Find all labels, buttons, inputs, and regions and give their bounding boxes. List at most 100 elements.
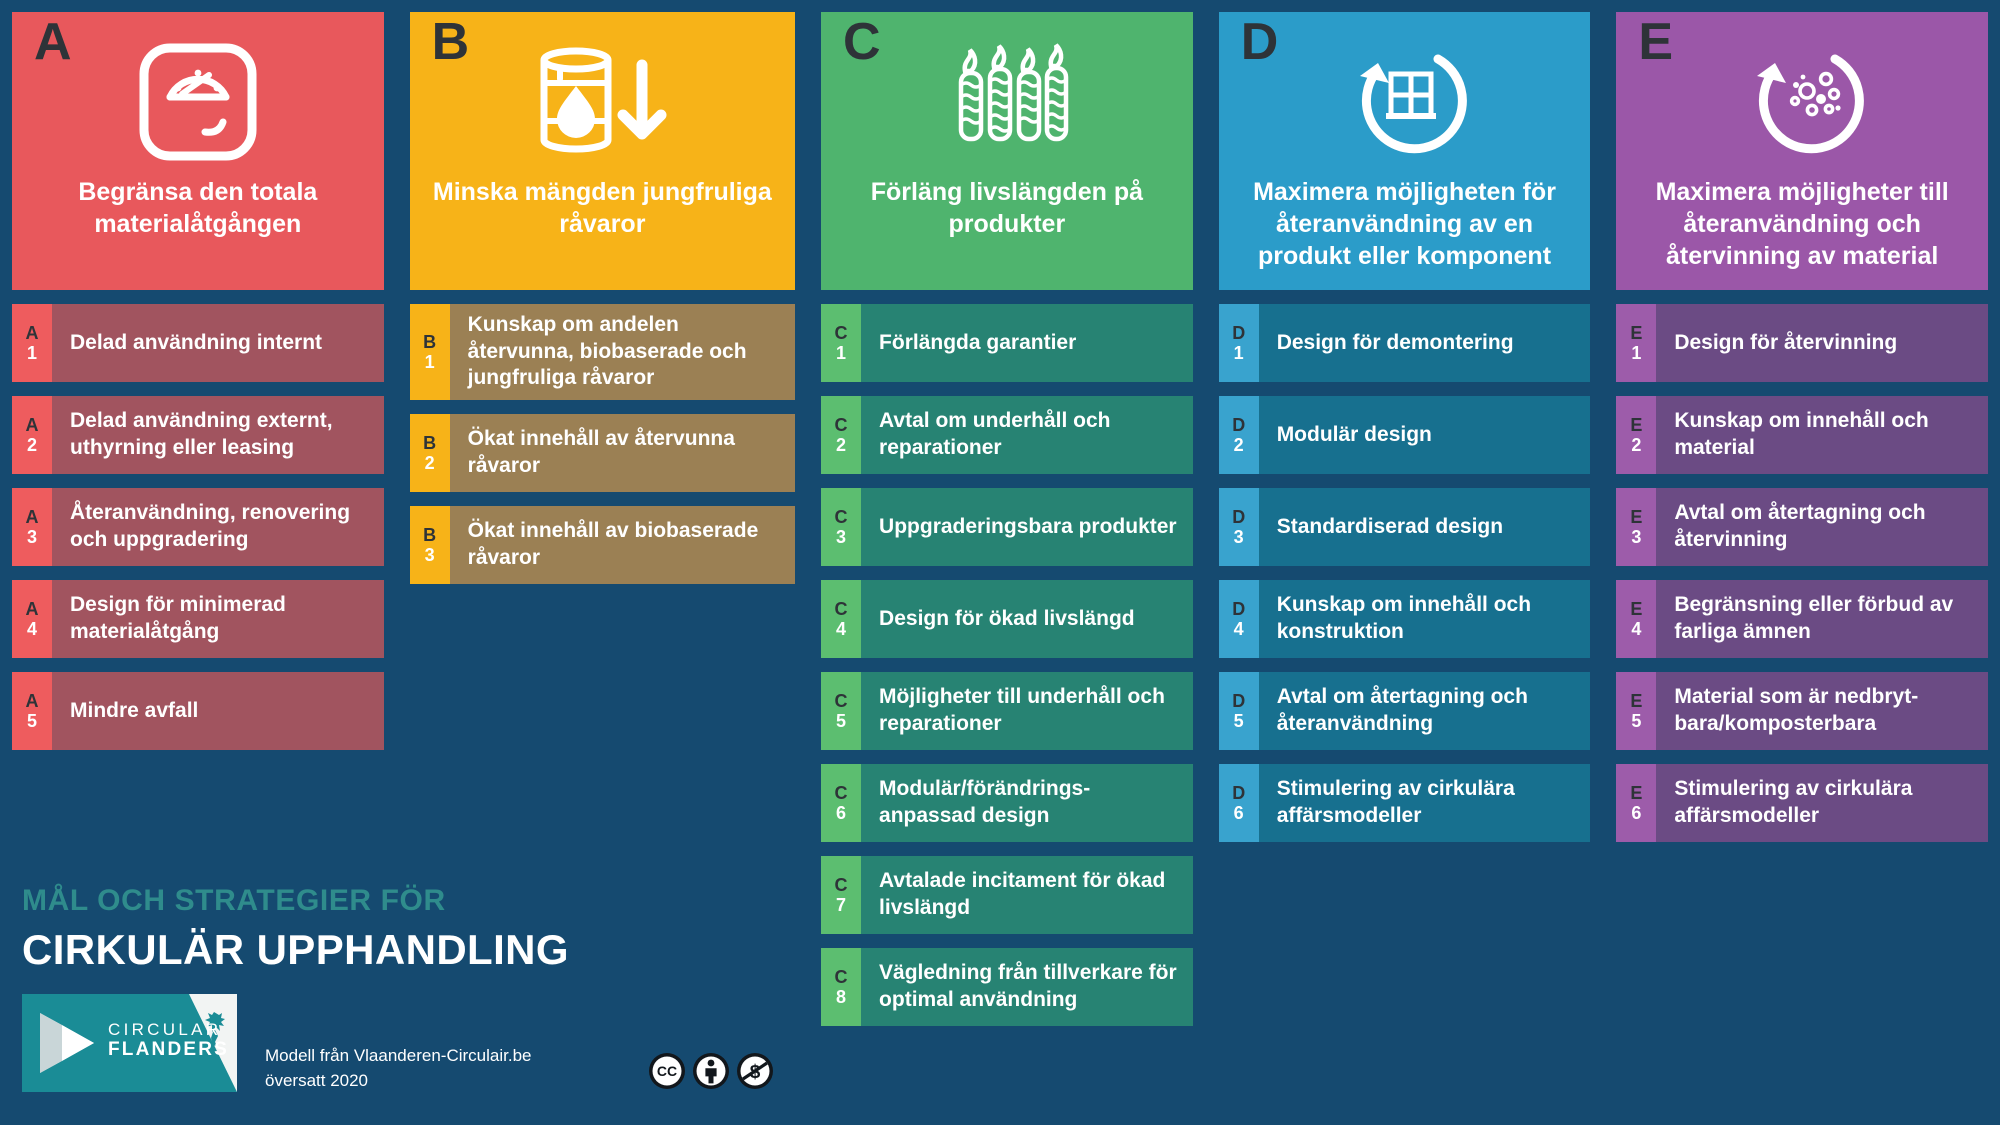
column-title: Begränsa den totala materialåtgången	[78, 178, 318, 238]
strategy-item[interactable]: A 3 Återanvändning, renovering och uppgrad…	[12, 488, 384, 566]
item-code-tag: B2	[409, 413, 450, 492]
item-label: Standardiserad design	[1258, 488, 1591, 566]
item-code-tag: A4	[12, 580, 52, 658]
column-header-e: E Maximera möjligheter till återanvändni…	[1616, 12, 1988, 290]
strategy-item[interactable]: B 2 Ökat innehåll av återvunna råvaror	[409, 413, 796, 492]
strategy-item[interactable]: D 3 Standardiserad design	[1218, 488, 1591, 566]
strategy-item[interactable]: D 6 Stimulering av cirkulära affärsmodelle…	[1218, 764, 1591, 842]
column-title: Maximera möjligheter till återanvändning…	[1655, 178, 1949, 270]
item-code-letter: D	[1232, 506, 1246, 527]
column-header-d: D Maximera möjligheten för återanvändnin…	[1218, 12, 1591, 290]
item-code-letter: C	[834, 782, 848, 803]
item-code-letter: E	[1630, 782, 1643, 803]
branding-block: MÅL OCH STRATEGIER FÖR CIRKULÄR UPPHANDL…	[22, 884, 622, 1094]
item-code-number: 4	[1233, 619, 1244, 639]
creative-commons-icon: CC	[649, 1053, 685, 1089]
strategy-item[interactable]: C 2 Avtal om underhåll och reparationer	[821, 396, 1193, 474]
item-code-letter: A	[25, 690, 39, 711]
item-label: Material som är nedbryt-bara/komposterba…	[1656, 672, 1988, 750]
strategy-item[interactable]: D 5 Avtal om återtagning och återanvändnin…	[1218, 672, 1591, 750]
strategy-item[interactable]: E 4 Begränsning eller förbud av farliga äm…	[1616, 580, 1988, 658]
strategy-item[interactable]: E 6 Stimulering av cirkulära affärsmodelle…	[1616, 764, 1988, 842]
strategy-item[interactable]: E 1 Design för återvinning	[1616, 304, 1988, 382]
item-code-letter: D	[1232, 598, 1246, 619]
item-code-number: 5	[836, 711, 847, 731]
strategy-item[interactable]: D 1 Design för demontering	[1218, 304, 1591, 382]
column-title: Minska mängden jungfruliga råvaror	[432, 178, 772, 238]
branding-logo-row: CIRCULAR FLANDERS Modell från Vlaanderen…	[22, 994, 622, 1093]
item-code-tag: C6	[821, 764, 862, 842]
strategy-item[interactable]: E 5 Material som är nedbryt-bara/komposter…	[1616, 672, 1988, 750]
item-code-letter: E	[1630, 414, 1643, 435]
item-code-number: 1	[26, 343, 37, 363]
item-code-letter: B	[423, 331, 437, 352]
item-code-tag: E6	[1616, 764, 1657, 842]
item-code-letter: A	[25, 414, 39, 435]
strategy-item[interactable]: C 3 Uppgraderingsbara produkter	[821, 488, 1193, 566]
item-code-number: 2	[836, 435, 847, 455]
strategy-item[interactable]: A 5 Mindre avfall	[12, 672, 384, 750]
item-code-number: 3	[1631, 527, 1642, 547]
logo-wordmark: CIRCULAR FLANDERS	[108, 1020, 229, 1060]
item-code-number: 6	[836, 803, 847, 823]
column-title: Maximera möjligheten för återanvändning …	[1253, 178, 1556, 270]
strategy-item[interactable]: D 4 Kunskap om innehåll och konstruktion	[1218, 580, 1591, 658]
item-code-number: 5	[26, 711, 37, 731]
item-code-tag: D3	[1218, 488, 1259, 566]
item-code-tag: D2	[1218, 396, 1259, 474]
strategy-item[interactable]: C 8 Vägledning från tillverkare för optima…	[821, 948, 1193, 1026]
item-code-letter: A	[25, 322, 39, 343]
strategy-item[interactable]: E 3 Avtal om återtagning och återvinning	[1616, 488, 1988, 566]
noncommercial-icon: $	[737, 1053, 773, 1089]
item-code-tag: D4	[1218, 580, 1259, 658]
strategy-item[interactable]: D 2 Modulär design	[1218, 396, 1591, 474]
strategy-item[interactable]: E 2 Kunskap om innehåll och material	[1616, 396, 1988, 474]
item-code-number: 3	[836, 527, 847, 547]
strategy-item[interactable]: C 6 Modulär/förändrings-anpassad design	[821, 764, 1193, 842]
strategy-item[interactable]: A 4 Design för minimerad materialåtgång	[12, 580, 384, 658]
item-code-letter: D	[1232, 322, 1246, 343]
item-label: Design för ökad livslängd	[861, 580, 1193, 658]
item-label: Avtalade incitament för ökad livslängd	[861, 856, 1193, 934]
circular-flanders-logo: CIRCULAR FLANDERS	[22, 994, 237, 1093]
item-code-letter: A	[25, 506, 39, 527]
item-code-number: 5	[1233, 711, 1244, 731]
item-code-number: 3	[1233, 527, 1244, 547]
strategy-item[interactable]: B 3 Ökat innehåll av biobaserade råvaror	[409, 505, 796, 584]
strategy-item[interactable]: A 2 Delad användning externt, uthyrning el…	[12, 396, 384, 474]
item-label: Delad användning internt	[52, 304, 384, 382]
item-code-letter: A	[25, 598, 39, 619]
strategy-item[interactable]: A 1 Delad användning internt	[12, 304, 384, 382]
item-code-number: 1	[1631, 343, 1642, 363]
item-code-letter: E	[1630, 506, 1643, 527]
item-label: Modulär/förändrings-anpassad design	[861, 764, 1193, 842]
item-label: Design för återvinning	[1656, 304, 1988, 382]
item-code-number: 4	[26, 619, 37, 639]
item-label: Kunskap om innehåll och material	[1656, 396, 1988, 474]
column-e: E Maximera möjligheter till återanvändni…	[1616, 12, 1988, 1125]
item-code-number: 1	[1233, 343, 1244, 363]
strategy-item[interactable]: C 7 Avtalade incitament för ökad livslängd	[821, 856, 1193, 934]
strategy-item[interactable]: B 1 Kunskap om andelen återvunna, biobaser…	[409, 304, 796, 400]
play-arrow-icon	[40, 1013, 94, 1074]
item-code-number: 1	[836, 343, 847, 363]
item-label: Avtal om återtagning och återanvändning	[1258, 672, 1591, 750]
item-code-number: 6	[1631, 803, 1642, 823]
strategy-item[interactable]: C 5 Möjligheter till underhåll och reparat…	[821, 672, 1193, 750]
item-code-number: 7	[836, 895, 847, 915]
item-label: Stimulering av cirkulära affärsmodeller	[1656, 764, 1988, 842]
strategy-item[interactable]: C 4 Design för ökad livslängd	[821, 580, 1193, 658]
credit-text: Modell från Vlaanderen-Circulair.be över…	[265, 994, 531, 1093]
item-label: Delad användning externt, uthyrning elle…	[52, 396, 384, 474]
column-header-c: C Förläng livslängden på produkter	[821, 12, 1193, 290]
branding-kicker: MÅL OCH STRATEGIER FÖR	[22, 884, 446, 917]
item-code-number: 5	[1631, 711, 1642, 731]
item-code-tag: E1	[1616, 304, 1657, 382]
item-code-letter: C	[834, 322, 848, 343]
attribution-icon	[693, 1053, 729, 1089]
strategy-item[interactable]: C 1 Förlängda garantier	[821, 304, 1193, 382]
item-code-number: 4	[836, 619, 847, 639]
item-code-number: 6	[1233, 803, 1244, 823]
item-code-letter: C	[834, 598, 848, 619]
item-code-tag: C1	[821, 304, 862, 382]
